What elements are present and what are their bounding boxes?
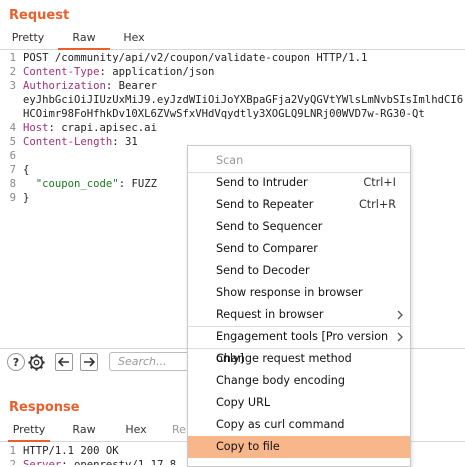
help-icon[interactable]: ?	[7, 353, 25, 371]
line-number: 9	[9, 192, 16, 204]
code-token: : 31	[112, 136, 138, 148]
code-line: 4 Host: crapi.apisec.ai	[0, 121, 465, 135]
menu-item-scan: Scan	[188, 150, 410, 172]
tab-raw[interactable]: Raw	[66, 422, 102, 440]
code-line: 3 Authorization: Bearer	[0, 79, 465, 93]
line-number: 1	[9, 52, 16, 64]
code-text: HCOimr98FoHfhkDv10XL6ZVwSfxVHdVqydtly3XO…	[23, 107, 425, 121]
forward-arrow-icon[interactable]	[80, 353, 98, 371]
code-text: Host: crapi.apisec.ai	[23, 121, 157, 135]
code-token: HTTP/1.1 200 OK	[23, 445, 119, 457]
tab-pretty[interactable]: Pretty	[8, 422, 50, 442]
menu-item-label: Send to Comparer	[216, 242, 318, 255]
menu-item-shortcut: Ctrl+R	[358, 198, 396, 211]
back-arrow-icon[interactable]	[55, 353, 73, 371]
context-menu: Scan Send to Intruder Ctrl+I Send to Repeat…	[187, 145, 411, 467]
menu-item-change-request-method[interactable]: Change request method	[188, 348, 410, 370]
code-token: : FUZZ	[118, 178, 157, 190]
menu-item-send-to-comparer[interactable]: Send to Comparer	[188, 238, 410, 260]
settings-gear-icon[interactable]	[27, 353, 46, 372]
menu-item-send-to-sequencer[interactable]: Send to Sequencer	[188, 216, 410, 238]
code-text: }	[23, 191, 29, 205]
menu-item-label: Request in browser	[216, 308, 324, 321]
menu-item-label: Scan	[216, 154, 244, 167]
menu-item-send-to-repeater[interactable]: Send to Repeater Ctrl+R	[188, 194, 410, 216]
header-name: Authorization	[23, 80, 106, 92]
code-line: HCOimr98FoHfhkDv10XL6ZVwSfxVHdVqydtly3XO…	[0, 107, 465, 121]
header-name: Content-Length	[23, 136, 113, 148]
menu-item-request-in-browser[interactable]: Request in browser	[188, 304, 410, 326]
line-number: 8	[9, 178, 16, 190]
menu-item-label: Change body encoding	[216, 374, 345, 387]
menu-item-show-response-in-browser[interactable]: Show response in browser	[188, 282, 410, 304]
line-number: 2	[9, 459, 16, 465]
line-number: 6	[9, 150, 16, 162]
code-line: 1 POST /community/api/v2/coupon/validate-…	[0, 51, 465, 65]
line-number: 5	[9, 136, 16, 148]
code-text: Server: openresty/1.17.8	[23, 458, 176, 465]
line-number: 1	[9, 445, 16, 457]
menu-item-copy-url[interactable]: Copy URL	[188, 392, 410, 414]
tab-pretty[interactable]: Pretty	[8, 30, 48, 48]
menu-item-label: Show response in browser	[216, 286, 363, 299]
json-key: "coupon_code"	[35, 178, 119, 190]
code-text: Content-Length: 31	[23, 135, 138, 149]
header-name: Content-Type	[23, 66, 100, 78]
menu-item-shortcut: Ctrl+I	[363, 176, 396, 189]
request-title: Request	[9, 8, 70, 23]
menu-item-label: Copy as curl command	[216, 418, 345, 431]
menu-item-engagement-tools-pro-version-only[interactable]: Engagement tools [Pro version only]	[188, 326, 410, 365]
menu-item-send-to-intruder[interactable]: Send to Intruder Ctrl+I	[188, 172, 410, 194]
menu-item-label: Change request method	[216, 352, 352, 365]
menu-item-label: Send to Decoder	[216, 264, 310, 277]
line-number: 4	[9, 122, 16, 134]
menu-item-send-to-decoder[interactable]: Send to Decoder	[188, 260, 410, 282]
code-text: eyJhbGciOiJIUzUxMiJ9.eyJzdWIiOiJoYXBpaGF…	[23, 93, 463, 107]
response-title: Response	[9, 400, 80, 415]
code-token: HCOimr98FoHfhkDv10XL6ZVwSfxVHdVqydtly3XO…	[23, 108, 425, 120]
code-line: 2 Content-Type: application/json	[0, 65, 465, 79]
tab-raw[interactable]: Raw	[58, 30, 110, 50]
menu-item-label: Send to Repeater	[216, 198, 314, 211]
header-name: Server	[23, 459, 62, 465]
header-name: Host	[23, 122, 49, 134]
line-number: 2	[9, 66, 16, 78]
menu-item-copy-to-file[interactable]: Copy to file	[188, 436, 410, 458]
code-token: POST /community/api/v2/coupon/validate-c…	[23, 52, 368, 64]
menu-item-label: Copy to file	[216, 440, 280, 453]
menu-item-copy-as-curl-command[interactable]: Copy as curl command	[188, 414, 410, 436]
code-text: {	[23, 163, 29, 177]
tab-hex[interactable]: Hex	[118, 422, 154, 440]
code-token: : application/json	[99, 66, 215, 78]
code-token: }	[23, 192, 30, 204]
tab-render[interactable]: Re	[170, 422, 188, 440]
request-tabs: Pretty Raw Hex	[0, 30, 465, 50]
code-text: HTTP/1.1 200 OK	[23, 444, 119, 458]
code-text: POST /community/api/v2/coupon/validate-c…	[23, 51, 367, 65]
code-line: eyJhbGciOiJIUzUxMiJ9.eyJzdWIiOiJoYXBpaGF…	[0, 93, 465, 107]
code-text: Authorization: Bearer	[23, 79, 157, 93]
line-number: 7	[9, 164, 16, 176]
code-text: Content-Type: application/json	[23, 65, 214, 79]
code-text: "coupon_code": FUZZ	[23, 177, 157, 191]
menu-item-label: Send to Sequencer	[216, 220, 323, 233]
code-token: : crapi.apisec.ai	[48, 122, 157, 134]
code-token: : openresty/1.17.8	[61, 459, 177, 465]
menu-item-label: Send to Intruder	[216, 176, 308, 189]
code-token: eyJhbGciOiJIUzUxMiJ9.eyJzdWIiOiJoYXBpaGF…	[23, 94, 464, 106]
code-token: : Bearer	[105, 80, 157, 92]
menu-item-label: Copy URL	[216, 396, 271, 409]
menu-item-change-body-encoding[interactable]: Change body encoding	[188, 370, 410, 392]
tab-hex[interactable]: Hex	[116, 30, 152, 48]
line-number: 3	[9, 80, 16, 92]
search-input[interactable]: Search...	[109, 352, 199, 371]
code-token: {	[23, 164, 30, 176]
